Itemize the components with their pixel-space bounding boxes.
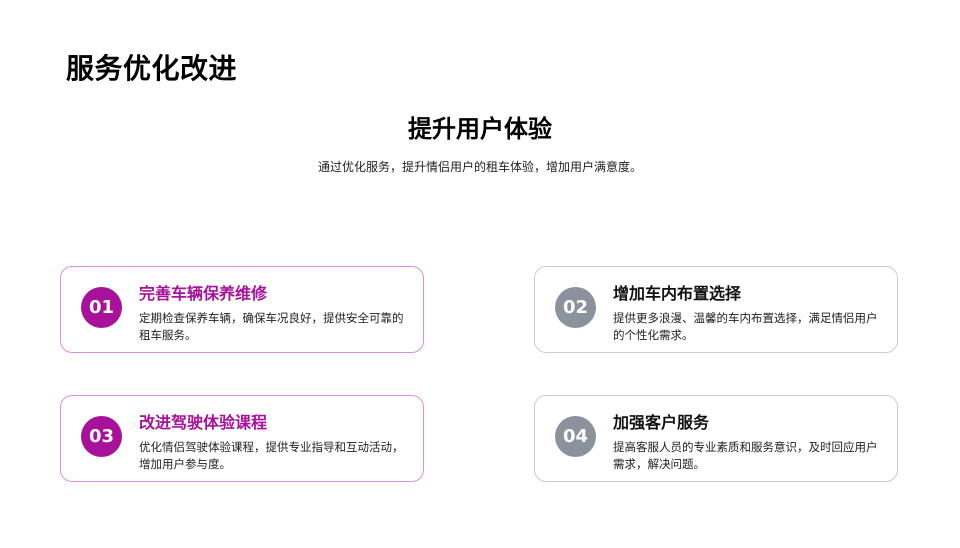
card-number-badge: 04 (555, 416, 596, 457)
card-description: 优化情侣驾驶体验课程，提供专业指导和互动活动，增加用户参与度。 (139, 440, 404, 471)
card-vehicle-maintenance: 01 完善车辆保养维修 定期检查保养车辆，确保车况良好，提供安全可靠的租车服务。 (60, 266, 424, 353)
card-title: 增加车内布置选择 (613, 284, 742, 303)
slide: 服务优化改进 提升用户体验 通过优化服务，提升情侣用户的租车体验，增加用户满意度… (0, 0, 960, 548)
card-customer-service: 04 加强客户服务 提高客服人员的专业素质和服务意识，及时回应用户需求，解决问题… (534, 395, 898, 482)
section-title: 提升用户体验 (408, 115, 552, 143)
card-title: 加强客户服务 (613, 413, 710, 432)
card-number-badge: 01 (81, 287, 122, 328)
card-title: 完善车辆保养维修 (139, 284, 268, 303)
card-description: 提高客服人员的专业素质和服务意识，及时回应用户需求，解决问题。 (613, 440, 878, 471)
card-driving-course: 03 改进驾驶体验课程 优化情侣驾驶体验课程，提供专业指导和互动活动，增加用户参… (60, 395, 424, 482)
card-title: 改进驾驶体验课程 (139, 413, 268, 432)
card-description: 定期检查保养车辆，确保车况良好，提供安全可靠的租车服务。 (139, 311, 404, 342)
page-title: 服务优化改进 (66, 52, 238, 85)
card-number-badge: 03 (81, 416, 122, 457)
card-number-badge: 02 (555, 287, 596, 328)
section-subtitle: 通过优化服务，提升情侣用户的租车体验，增加用户满意度。 (317, 160, 642, 174)
card-interior-decoration: 02 增加车内布置选择 提供更多浪漫、温馨的车内布置选择，满足情侣用户的个性化需… (534, 266, 898, 353)
card-description: 提供更多浪漫、温馨的车内布置选择，满足情侣用户的个性化需求。 (613, 311, 878, 342)
